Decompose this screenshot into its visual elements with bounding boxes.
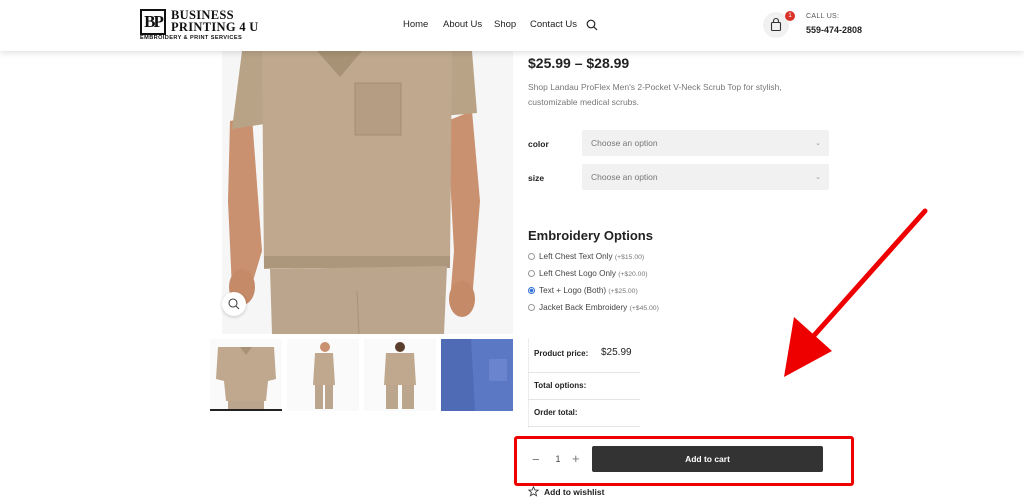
color-select-value: Choose an option [591, 138, 658, 148]
option-price: (+$15.00) [614, 254, 645, 261]
annotation-arrow [784, 208, 928, 377]
phone-number[interactable]: 559-474-2808 [806, 25, 862, 35]
chevron-down-icon: ⌄ [815, 140, 821, 147]
product-thumbnail-1[interactable] [210, 339, 282, 411]
cart-count-badge: 1 [785, 11, 795, 21]
size-select-value: Choose an option [591, 172, 658, 182]
product-thumbnail-4[interactable] [441, 339, 513, 411]
nav-home[interactable]: Home [403, 19, 428, 30]
radio-button[interactable] [528, 253, 535, 260]
product-description: Shop Landau ProFlex Men's 2-Pocket V-Nec… [528, 82, 782, 107]
size-label: size [528, 173, 545, 183]
product-price-label: Product price: [534, 349, 589, 358]
logo-tagline: EMBROIDERY & PRINT SERVICES [140, 35, 243, 41]
product-main-image[interactable] [222, 51, 513, 334]
embroidery-option-jacket-back[interactable]: Jacket Back Embroidery (+$45.00) [528, 303, 659, 312]
summary-divider [528, 338, 529, 428]
radio-button[interactable] [528, 304, 535, 311]
call-us-label: CALL US: [806, 13, 840, 20]
summary-divider [528, 426, 640, 427]
star-icon [527, 485, 540, 497]
embroidery-options-title: Embroidery Options [528, 228, 653, 243]
nav-about-us[interactable]: About Us [443, 19, 482, 30]
thumbnail-side-image [287, 339, 359, 411]
summary-divider [528, 399, 640, 400]
summary-divider [528, 372, 640, 373]
logo-text-line2: PRINTING 4 U [171, 20, 259, 34]
thumbnail-blue-variant-image [441, 339, 513, 411]
chevron-down-icon: ⌄ [815, 174, 821, 181]
color-label: color [528, 139, 549, 149]
order-total-label: Order total: [534, 408, 578, 417]
option-price: (+$25.00) [608, 288, 638, 295]
total-options-label: Total options: [534, 381, 587, 390]
radio-button-checked[interactable] [528, 287, 535, 294]
nav-contact-us[interactable]: Contact Us [530, 19, 577, 30]
active-thumbnail-indicator [210, 409, 282, 411]
search-icon[interactable] [586, 19, 598, 31]
nav-shop[interactable]: Shop [494, 19, 516, 30]
thumbnail-back-image [364, 339, 436, 411]
option-label: Left Chest Logo Only [539, 269, 616, 278]
radio-button[interactable] [528, 270, 535, 277]
site-logo[interactable]: BP BUSINESS PRINTING 4 U EMBROIDERY & PR… [140, 8, 258, 44]
zoom-button[interactable] [222, 292, 246, 316]
color-select[interactable]: Choose an option ⌄ [582, 130, 829, 156]
option-label: Jacket Back Embroidery [539, 303, 628, 312]
product-price-value: $25.99 [601, 347, 632, 358]
option-label: Text + Logo (Both) [539, 286, 607, 295]
annotation-highlight-box [514, 436, 854, 486]
option-label: Left Chest Text Only [539, 252, 613, 261]
embroidery-option-text-logo[interactable]: Text + Logo (Both) (+$25.00) [528, 286, 638, 295]
product-thumbnail-3[interactable] [364, 339, 436, 411]
embroidery-option-left-chest-text[interactable]: Left Chest Text Only (+$15.00) [528, 252, 644, 261]
thumbnail-front-image [210, 339, 282, 411]
product-thumbnail-2[interactable] [287, 339, 359, 411]
scrub-top-photo [222, 51, 513, 334]
product-price-range: $25.99 – $28.99 [528, 55, 630, 71]
logo-mark: BP [140, 9, 166, 35]
embroidery-option-left-chest-logo[interactable]: Left Chest Logo Only (+$20.00) [528, 269, 648, 278]
wishlist-label: Add to wishlist [544, 487, 605, 497]
option-price: (+$20.00) [618, 271, 648, 278]
zoom-icon [228, 298, 240, 310]
add-to-wishlist-link[interactable]: Add to wishlist [527, 485, 605, 497]
option-price: (+$45.00) [629, 305, 659, 312]
site-header: BP BUSINESS PRINTING 4 U EMBROIDERY & PR… [0, 0, 1024, 51]
size-select[interactable]: Choose an option ⌄ [582, 164, 829, 190]
